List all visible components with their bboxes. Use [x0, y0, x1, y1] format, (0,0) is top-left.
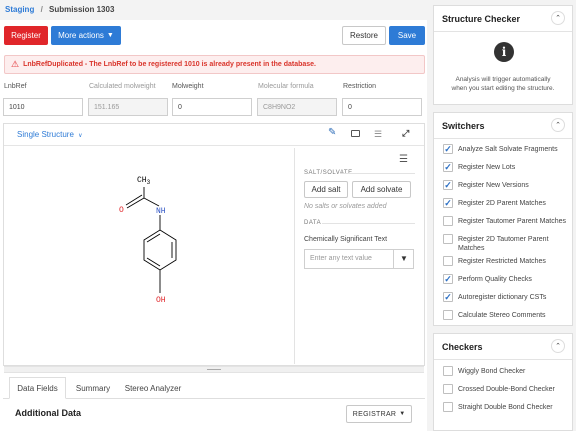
select-divider	[393, 250, 394, 268]
ring-double-bond-3	[146, 257, 161, 267]
checkbox-register-restricted[interactable]	[443, 256, 453, 266]
field-label-restriction: Restriction	[343, 83, 377, 90]
checkbox-register-2d-parent[interactable]: ✓	[443, 198, 453, 208]
collapse-chevron-icon[interactable]: ⌃	[551, 118, 565, 132]
more-actions-button[interactable]: More actions ▼	[51, 26, 121, 45]
image-icon[interactable]	[351, 130, 360, 137]
breadcrumb-separator: /	[40, 5, 43, 14]
checkbox-register-2d-tautomer-parent[interactable]	[443, 234, 453, 244]
atom-methyl: CH3	[137, 176, 151, 186]
atom-oxygen: O	[119, 206, 124, 215]
select-placeholder: Enter any text value	[310, 255, 372, 262]
switchers-panel: Switchers ⌃ ✓ Analyze Salt Solvate Fragm…	[433, 112, 573, 326]
molecule-bonds	[125, 187, 177, 293]
field-label-lnbref: LnbRef	[4, 83, 27, 90]
pencil-icon[interactable]: ✎	[328, 127, 340, 141]
bottom-tabs-bar	[3, 377, 425, 399]
tab-summary[interactable]: Summary	[69, 377, 117, 399]
label-wiggly-bond: Wiggly Bond Checker	[458, 368, 526, 375]
checkbox-straight-double-bond[interactable]	[443, 402, 453, 412]
salt-panel-divider	[294, 148, 295, 364]
checkbox-perform-quality-checks[interactable]: ✓	[443, 274, 453, 284]
restore-button[interactable]: Restore	[342, 26, 386, 45]
save-button[interactable]: Save	[389, 26, 425, 45]
checkbox-autoregister-csts[interactable]: ✓	[443, 292, 453, 302]
molecular-formula-field: C8H9NO2	[257, 98, 337, 116]
checkbox-crossed-double-bond[interactable]	[443, 384, 453, 394]
data-heading: DATA	[304, 220, 322, 226]
collapse-chevron-icon[interactable]: ⌃	[551, 11, 565, 25]
registrar-label: REGISTRAR	[352, 410, 397, 418]
collapse-chevron-icon[interactable]: ⌃	[551, 339, 565, 353]
checkbox-analyze-salt-solvate[interactable]: ✓	[443, 144, 453, 154]
breadcrumb: Staging / Submission 1303	[5, 5, 114, 14]
checkbox-wiggly-bond[interactable]	[443, 366, 453, 376]
restriction-field[interactable]: 0	[342, 98, 422, 116]
additional-data-title: Additional Data	[15, 408, 82, 418]
field-label-calculated-molweight: Calculated molweight	[89, 83, 156, 90]
bond-carbonyl-nitrogen	[143, 197, 160, 207]
benzene-ring	[143, 229, 177, 271]
label-analyze-salt-solvate: Analyze Salt Solvate Fragments	[458, 146, 558, 153]
structure-checker-message-2: when you start editing the structure.	[451, 85, 555, 92]
tab-data-fields[interactable]: Data Fields	[9, 377, 66, 399]
structure-checker-panel: Structure Checker ⌃ i Analysis will trig…	[433, 5, 573, 105]
field-label-molweight: Molweight	[172, 83, 204, 90]
warning-icon: ⚠	[11, 59, 20, 69]
tab-stereo-analyzer[interactable]: Stereo Analyzer	[120, 377, 186, 399]
data-heading-rule	[322, 223, 415, 224]
alert-text: LnbRefDuplicated - The LnbRef to be regi…	[23, 61, 316, 68]
checkbox-register-tautomer-parent[interactable]	[443, 216, 453, 226]
atom-nh: NH	[156, 207, 166, 216]
label-register-restricted: Register Restricted Matches	[458, 258, 546, 265]
register-button[interactable]: Register	[4, 26, 48, 45]
caret-down-icon: ▼	[399, 411, 406, 417]
label-register-2d-tautomer-parent-line2: Matches	[458, 245, 485, 252]
add-salt-button[interactable]: Add salt	[304, 181, 348, 198]
calculated-molweight-field: 151.165	[88, 98, 168, 116]
more-actions-label: More actions	[58, 31, 104, 40]
checkers-panel: Checkers ⌃ Wiggly Bond Checker Crossed D…	[433, 333, 573, 431]
breadcrumb-staging-link[interactable]: Staging	[5, 5, 34, 14]
label-perform-quality-checks: Perform Quality Checks	[458, 276, 532, 283]
label-register-2d-tautomer-parent: Register 2D Tautomer Parent	[458, 236, 549, 243]
registrar-dropdown[interactable]: REGISTRAR ▼	[346, 405, 412, 423]
ring-double-bond-1	[146, 233, 161, 243]
salt-heading-rule	[340, 173, 415, 174]
label-autoregister-csts: Autoregister dictionary CSTs	[458, 294, 547, 301]
chevron-down-icon: ∨	[78, 133, 83, 139]
field-label-molecular-formula: Molecular formula	[258, 83, 314, 90]
label-register-new-lots: Register New Lots	[458, 164, 516, 171]
expand-icon[interactable]: ⤢	[402, 128, 409, 139]
molecule-canvas[interactable]: CH3 O NH OH	[100, 160, 230, 310]
molweight-field[interactable]: 0	[172, 98, 252, 116]
label-straight-double-bond: Straight Double Bond Checker	[458, 404, 553, 411]
checkbox-register-new-versions[interactable]: ✓	[443, 180, 453, 190]
chemically-significant-text-label: Chemically Significant Text	[304, 236, 388, 243]
label-register-2d-parent: Register 2D Parent Matches	[458, 200, 546, 207]
error-alert: ⚠ LnbRefDuplicated - The LnbRef to be re…	[4, 55, 425, 74]
chevron-down-icon: ▼	[400, 254, 408, 263]
label-register-tautomer-parent: Register Tautomer Parent Matches	[458, 218, 567, 225]
lnbref-field[interactable]: 1010	[3, 98, 83, 116]
structure-mode-label: Single Structure	[17, 130, 74, 139]
structure-checker-message-1: Analysis will trigger automatically	[455, 76, 551, 83]
no-salts-text: No salts or solvates added	[304, 203, 387, 210]
breadcrumb-current: Submission 1303	[49, 5, 115, 14]
label-calculate-stereo-comments: Calculate Stereo Comments	[458, 312, 546, 319]
resize-handle[interactable]	[4, 366, 424, 373]
checkbox-register-new-lots[interactable]: ✓	[443, 162, 453, 172]
info-icon: i	[494, 42, 514, 62]
list-icon[interactable]: ☰	[374, 129, 382, 140]
label-register-new-versions: Register New Versions	[458, 182, 529, 189]
chemically-significant-text-select[interactable]: Enter any text value ▼	[304, 249, 414, 269]
label-crossed-double-bond: Crossed Double-Bond Checker	[458, 386, 555, 393]
add-solvate-button[interactable]: Add solvate	[352, 181, 411, 198]
chevron-down-icon: ▼	[106, 32, 114, 39]
atom-oh: OH	[156, 296, 166, 305]
grip-icon	[207, 369, 221, 370]
checkbox-calculate-stereo-comments[interactable]	[443, 310, 453, 320]
structure-mode-dropdown[interactable]: Single Structure ∨	[17, 130, 83, 139]
hamburger-menu-icon[interactable]: ☰	[399, 154, 408, 165]
